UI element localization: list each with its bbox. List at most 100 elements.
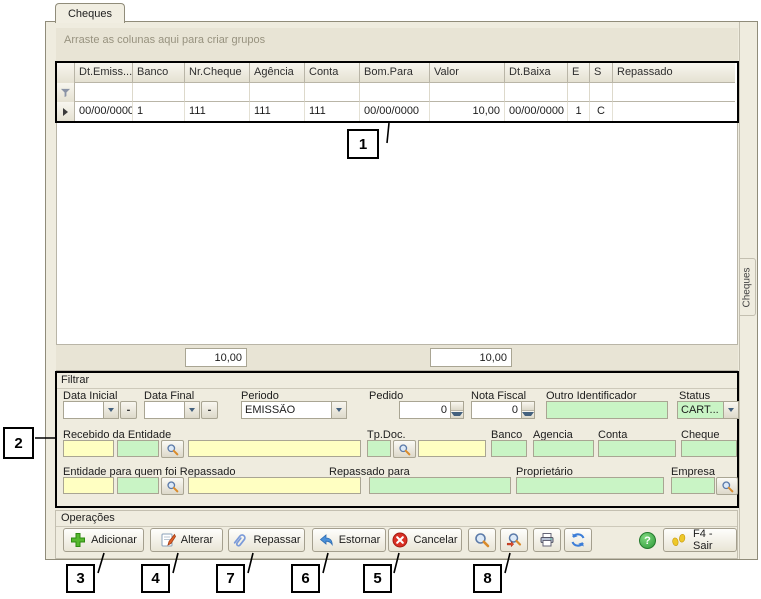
callout-1-label: 1 [359, 136, 367, 153]
search-icon [398, 443, 411, 456]
search-next-icon [506, 532, 522, 548]
pedido-spinner[interactable]: 0 [399, 401, 464, 419]
tab-cheques[interactable]: Cheques [55, 3, 125, 23]
col-agencia[interactable]: Agência [250, 63, 305, 83]
adicionar-button[interactable]: Adicionar [63, 528, 144, 552]
col-e[interactable]: E [568, 63, 590, 83]
conta-input[interactable] [598, 440, 676, 457]
entidade-repassado-id-input[interactable] [117, 477, 159, 494]
search-icon [166, 443, 179, 456]
data-final-clear-button[interactable]: - [201, 401, 218, 419]
tp-doc-input[interactable] [367, 440, 391, 457]
estornar-button[interactable]: Estornar [312, 528, 386, 552]
col-valor[interactable]: Valor [430, 63, 505, 83]
footer-sum-nr-cheque: 10,00 [185, 348, 247, 367]
outro-identificador-input[interactable] [546, 401, 668, 419]
grid-empty-area[interactable] [56, 123, 738, 344]
operacoes-title: Operações [61, 512, 115, 524]
entidade-repassado-nome-input[interactable] [188, 477, 361, 494]
callout-8: 8 [473, 564, 502, 593]
recebido-search-button[interactable] [161, 440, 184, 458]
row-indicator-icon [57, 102, 75, 121]
data-inicial-drop-icon[interactable] [103, 402, 118, 418]
cheque-input[interactable] [681, 440, 737, 457]
cell-dt-emissao: 00/00/0000 [75, 102, 133, 121]
status-drop-icon[interactable] [723, 402, 738, 418]
col-dt-baixa[interactable]: Dt.Baixa [505, 63, 568, 83]
grid-header-row: Dt.Emiss... Banco Nr.Cheque Agência Cont… [57, 63, 737, 83]
tp-doc-nome-input[interactable] [418, 440, 486, 457]
status-select[interactable]: CART... [677, 401, 739, 419]
entidade-repassado-search-button[interactable] [161, 477, 184, 495]
adicionar-label: Adicionar [91, 534, 137, 546]
repassado-para-input[interactable] [369, 477, 511, 494]
empresa-search-button[interactable] [716, 477, 738, 495]
agencia-input[interactable] [533, 440, 594, 457]
periodo-drop-icon[interactable] [331, 402, 346, 418]
data-final-drop-icon[interactable] [184, 402, 199, 418]
undo-arrow-icon [318, 532, 334, 548]
printer-icon [539, 532, 555, 548]
callout-5-label: 5 [373, 570, 381, 587]
col-nr-cheque[interactable]: Nr.Cheque [185, 63, 250, 83]
help-glyph: ? [644, 535, 651, 547]
callout-4: 4 [141, 564, 170, 593]
search-next-button[interactable] [500, 528, 528, 552]
print-button[interactable] [533, 528, 561, 552]
nota-fiscal-spinner[interactable]: 0 [471, 401, 535, 419]
alterar-label: Alterar [181, 534, 213, 546]
recebido-nome-input[interactable] [188, 440, 361, 457]
plus-icon [70, 532, 86, 548]
periodo-value: EMISSÃO [242, 404, 331, 416]
nota-fiscal-spin-buttons[interactable] [521, 402, 534, 418]
cell-repassado [613, 102, 735, 121]
entidade-repassado-codigo-input[interactable] [63, 477, 114, 494]
empresa-input[interactable] [671, 477, 715, 494]
proprietario-input[interactable] [516, 477, 664, 494]
tp-doc-search-button[interactable] [393, 440, 416, 458]
search-icon [166, 480, 179, 493]
cell-conta: 111 [305, 102, 360, 121]
col-dt-emissao[interactable]: Dt.Emiss... [75, 63, 133, 83]
footprints-icon [670, 532, 688, 548]
grid-group-band[interactable]: Arraste as colunas aqui para criar grupo… [56, 28, 738, 61]
cell-bom-para: 00/00/0000 [360, 102, 430, 121]
data-final-combo[interactable] [144, 401, 200, 419]
recebido-codigo-input[interactable] [63, 440, 114, 457]
col-bom-para[interactable]: Bom.Para [360, 63, 430, 83]
alterar-button[interactable]: Alterar [150, 528, 223, 552]
banco-input[interactable] [491, 440, 527, 457]
pedido-spin-buttons[interactable] [450, 402, 463, 418]
cancel-icon [392, 532, 408, 548]
col-conta[interactable]: Conta [305, 63, 360, 83]
cancelar-label: Cancelar [413, 534, 457, 546]
callout-3: 3 [66, 564, 95, 593]
data-inicial-clear-button[interactable]: - [120, 401, 137, 419]
pedido-value: 0 [400, 404, 450, 416]
cell-dt-baixa: 00/00/0000 [505, 102, 568, 121]
callout-6: 6 [291, 564, 320, 593]
help-icon[interactable]: ? [639, 532, 656, 549]
col-repassado[interactable]: Repassado [613, 63, 735, 83]
f4-sair-button[interactable]: F4 - Sair [663, 528, 737, 552]
grid-corner-cell [57, 63, 75, 83]
side-tab-cheques[interactable]: Cheques [740, 258, 756, 316]
data-inicial-combo[interactable] [63, 401, 119, 419]
table-row[interactable]: 00/00/0000 1 111 111 111 00/00/0000 10,0… [57, 102, 737, 121]
col-s[interactable]: S [590, 63, 613, 83]
funnel-icon [60, 87, 71, 98]
cell-s: C [590, 102, 613, 121]
filter-row-indicator [57, 83, 75, 102]
callout-1: 1 [347, 129, 379, 159]
search-button[interactable] [468, 528, 496, 552]
col-banco[interactable]: Banco [133, 63, 185, 83]
repassar-button[interactable]: Repassar [228, 528, 305, 552]
footer-sum-valor: 10,00 [430, 348, 512, 367]
cancelar-button[interactable]: Cancelar [388, 528, 462, 552]
refresh-button[interactable] [564, 528, 592, 552]
nota-fiscal-value: 0 [472, 404, 521, 416]
periodo-select[interactable]: EMISSÃO [241, 401, 347, 419]
callout-6-label: 6 [301, 570, 309, 587]
grid-filter-row[interactable] [57, 83, 737, 102]
recebido-id-input[interactable] [117, 440, 159, 457]
